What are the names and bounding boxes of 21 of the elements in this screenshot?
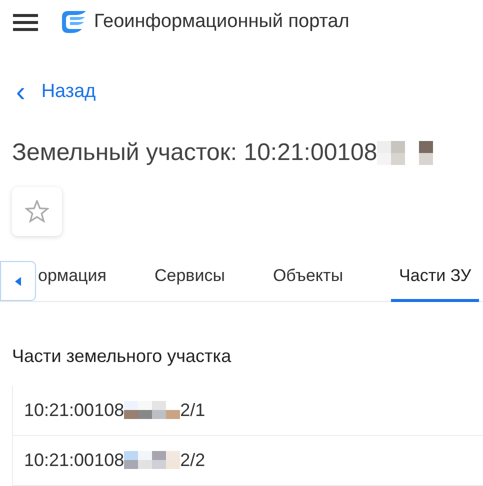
pixelated-redaction <box>124 401 180 420</box>
pixelated-redaction <box>124 451 180 470</box>
part-suffix[interactable]: 2/2 <box>180 446 206 474</box>
favorite-button[interactable] <box>12 187 62 236</box>
back-link[interactable]: ‹ Назад <box>16 78 96 106</box>
caret-icon <box>15 276 21 286</box>
section-title: Части земельного участка <box>12 346 232 368</box>
star-icon <box>25 200 49 224</box>
app-title: Геоинформационный портал <box>94 10 350 34</box>
part-number[interactable]: 10:21:00108 <box>24 446 124 474</box>
page-title: Земельный участок: 10:21:00108 <box>12 138 378 168</box>
logo-icon <box>62 11 86 33</box>
tab[interactable]: Объекты <box>272 262 344 302</box>
scroll-left-button[interactable] <box>0 261 36 302</box>
tab[interactable]: Сервисы <box>154 262 225 302</box>
part-suffix[interactable]: 2/1 <box>180 396 206 424</box>
back-icon: ‹ <box>16 78 26 106</box>
menu-icon[interactable] <box>13 13 38 31</box>
tab[interactable]: ормация <box>38 262 106 302</box>
tab[interactable]: Части ЗУ <box>391 262 480 302</box>
part-number[interactable]: 10:21:00108 <box>24 396 124 424</box>
